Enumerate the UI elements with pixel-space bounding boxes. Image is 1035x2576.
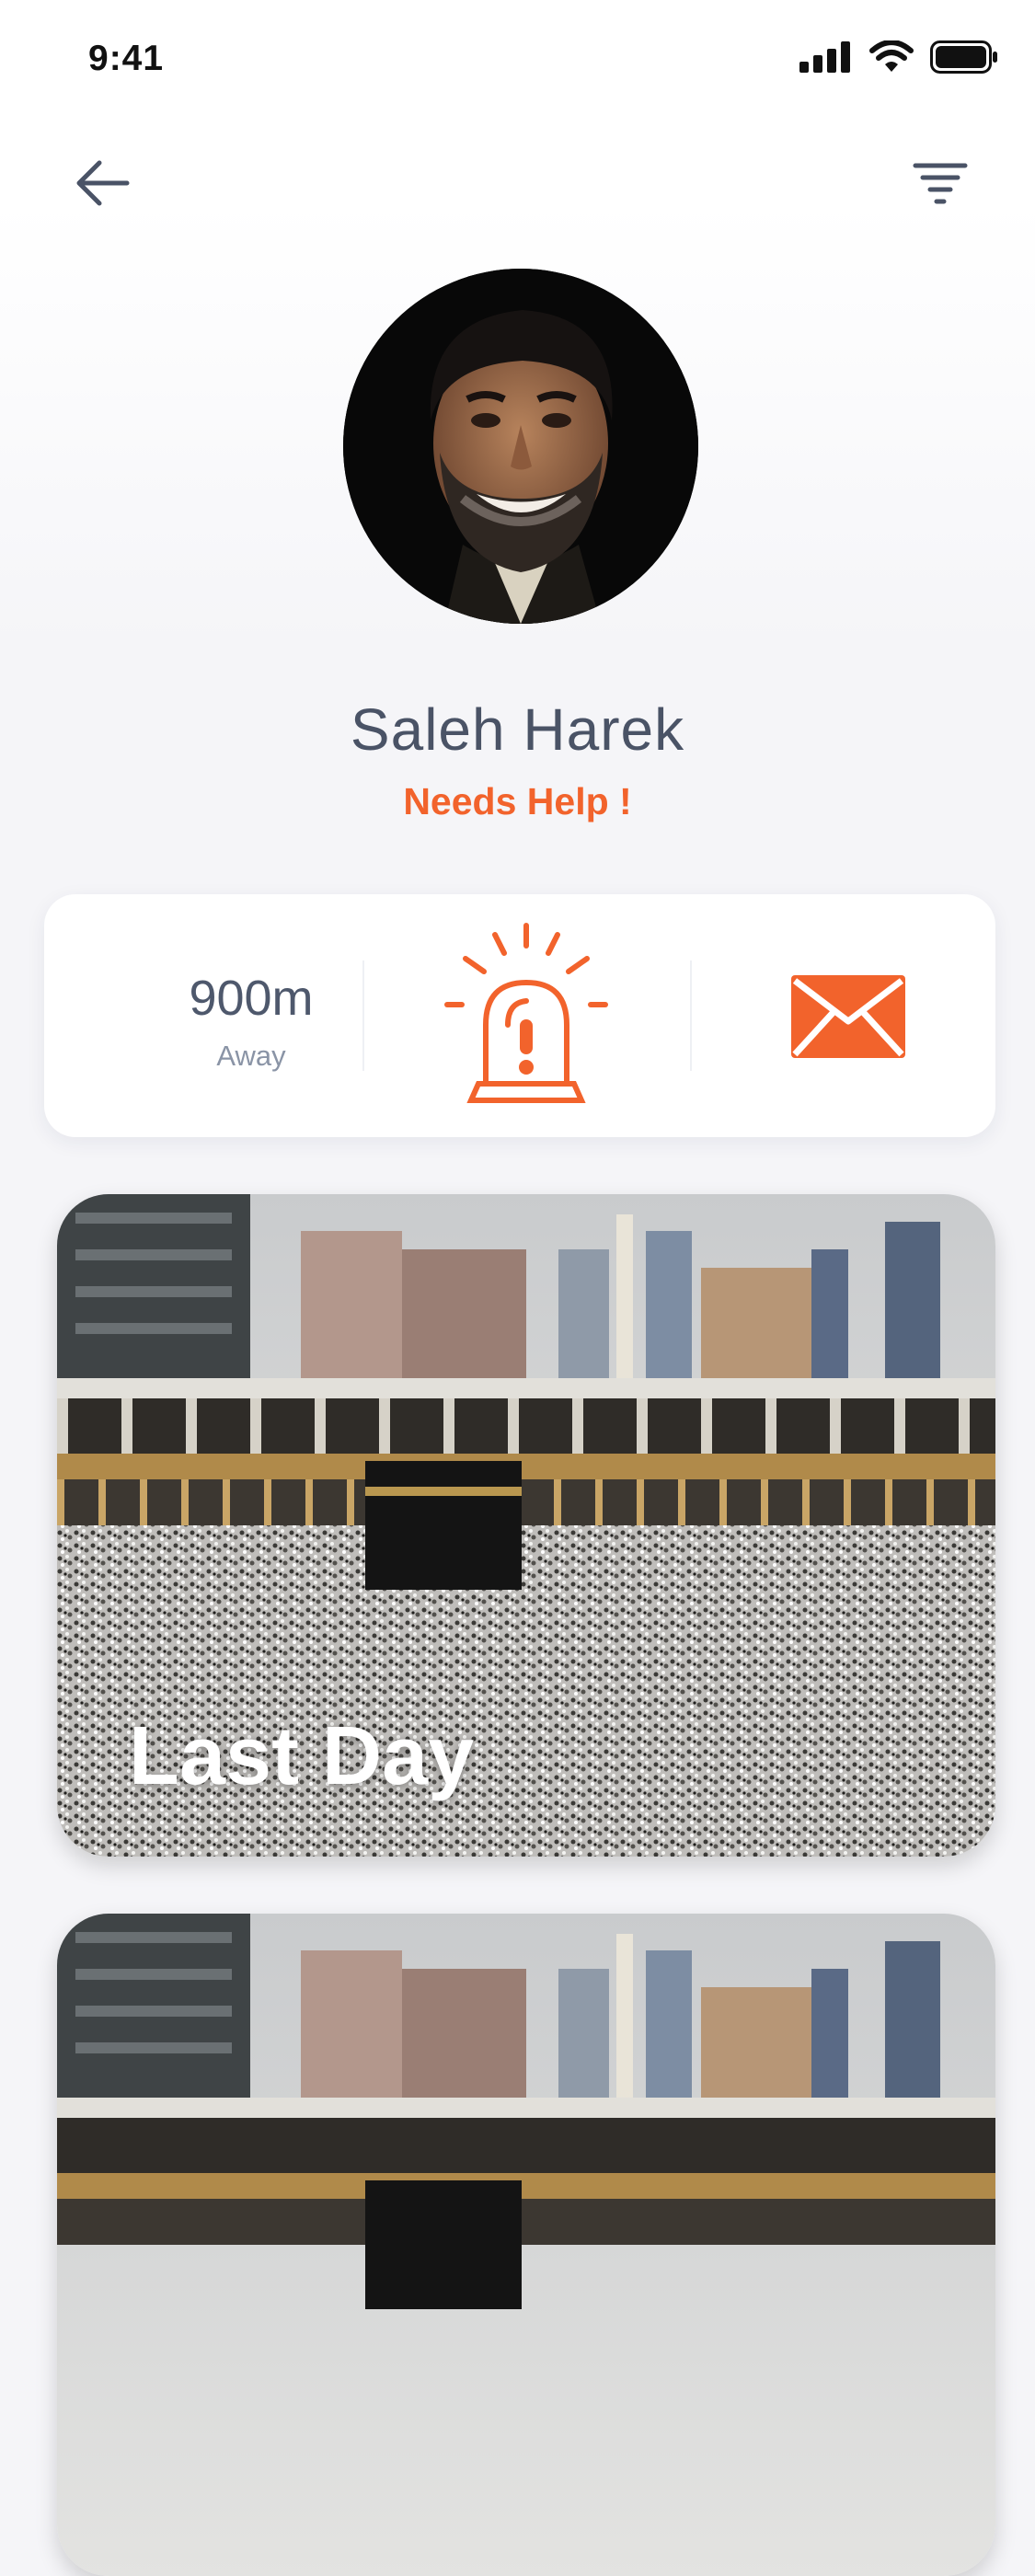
cellular-signal-icon — [799, 41, 850, 73]
status-time: 9:41 — [88, 39, 165, 78]
distance-label: Away — [216, 1040, 286, 1072]
envelope-icon — [791, 975, 905, 1058]
help-status-label: Needs Help ! — [403, 780, 632, 822]
divider — [362, 960, 364, 1071]
event-card[interactable] — [57, 1914, 995, 2576]
avatar — [343, 269, 698, 624]
alarm-button[interactable] — [442, 922, 611, 1106]
back-button[interactable] — [74, 156, 134, 210]
action-card: 900m Away — [44, 894, 995, 1137]
message-button[interactable] — [791, 975, 905, 1058]
wifi-icon — [869, 40, 914, 72]
status-bar: 9:41 — [0, 0, 1035, 129]
filter-icon — [913, 163, 968, 204]
battery-icon — [930, 40, 997, 74]
profile-name: Saleh Harek — [350, 696, 685, 763]
distance-value: 900m — [189, 971, 314, 1026]
event-card[interactable]: Last Day — [57, 1194, 995, 1857]
card-caption: Last Day — [129, 1710, 475, 1802]
top-navigation — [0, 138, 1035, 230]
siren-alert-icon — [444, 923, 608, 1103]
divider — [690, 960, 692, 1071]
kaaba-photo — [57, 1914, 995, 2576]
arrow-left-icon — [76, 160, 130, 206]
status-icons — [799, 40, 998, 74]
filter-button[interactable] — [910, 156, 971, 210]
